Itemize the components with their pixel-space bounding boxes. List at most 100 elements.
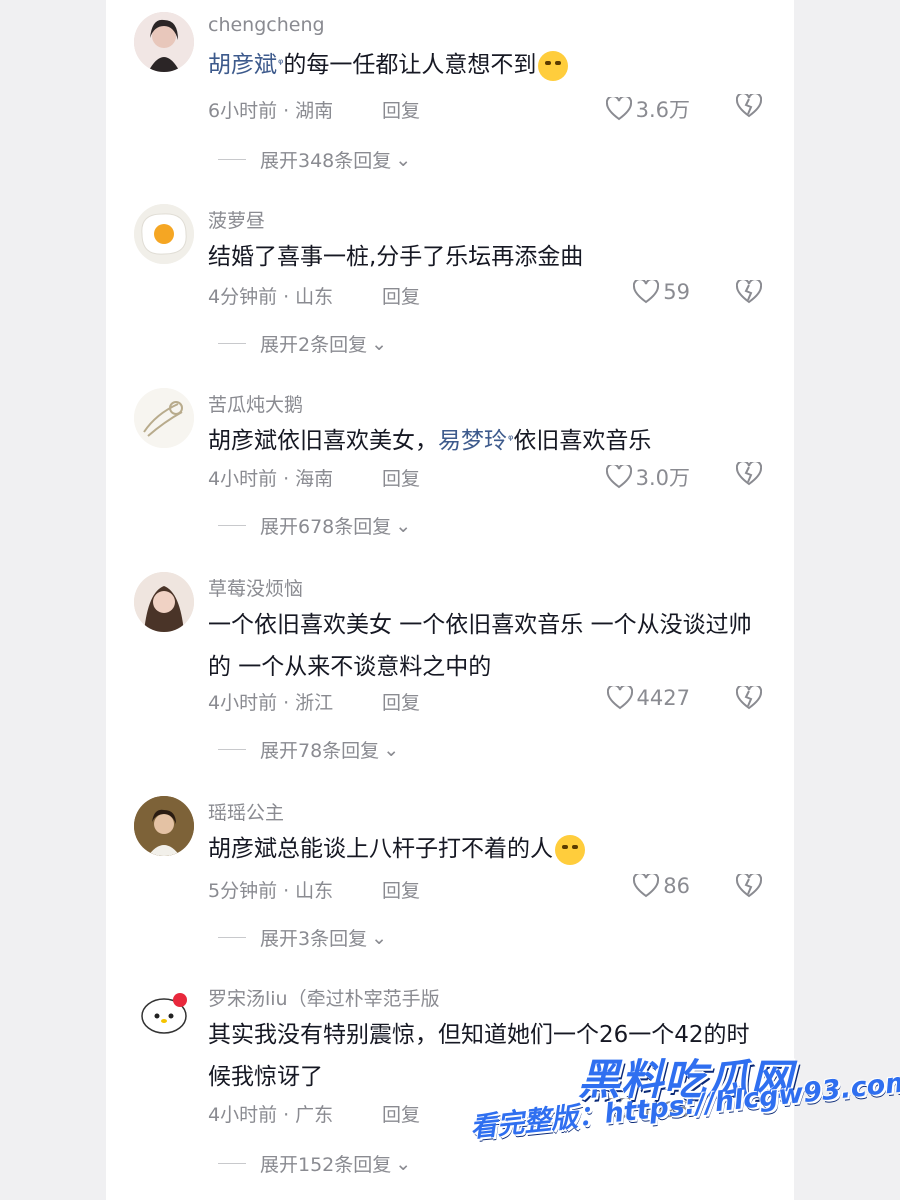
avatar[interactable] bbox=[134, 388, 194, 448]
comment-location: 广东 bbox=[295, 1104, 334, 1126]
broken-heart-icon bbox=[735, 278, 763, 304]
meta-separator: · bbox=[283, 100, 290, 122]
expand-replies[interactable]: 展开678条回复 ⌄ bbox=[218, 512, 411, 539]
comment-location: 山东 bbox=[295, 286, 334, 308]
broken-heart-icon bbox=[735, 872, 763, 898]
dislike-button[interactable] bbox=[735, 872, 763, 902]
like-button[interactable]: 3.0万 bbox=[605, 462, 690, 492]
comment-text-pre: 胡彦斌总能谈上八杆子打不着的人 bbox=[208, 836, 553, 862]
like-count: 4427 bbox=[636, 686, 690, 710]
comment-meta: 4小时前 · 海南 回复 bbox=[208, 464, 420, 491]
crying-emoji-icon bbox=[555, 834, 585, 865]
avatar[interactable] bbox=[134, 12, 194, 72]
avatar[interactable] bbox=[134, 204, 194, 264]
comment-time: 4小时前 bbox=[208, 1104, 278, 1126]
mention-link[interactable]: 胡彦斌 bbox=[208, 52, 277, 78]
username[interactable]: 菠萝昼 bbox=[208, 206, 265, 233]
divider-line bbox=[218, 525, 246, 526]
chevron-down-icon: ⌄ bbox=[371, 926, 388, 949]
expand-replies[interactable]: 展开2条回复 ⌄ bbox=[218, 330, 387, 357]
expand-replies-label: 展开678条回复 bbox=[260, 516, 392, 538]
comment-text: 一个依旧喜欢美女 一个依旧喜欢音乐 一个从没谈过帅的 一个从来不谈意料之中的 bbox=[208, 612, 752, 680]
comment-panel: chengcheng 胡彦斌ᵠ的每一任都让人意想不到 6小时前 · 湖南 回复 3.… bbox=[106, 0, 794, 1200]
meta-separator: · bbox=[283, 468, 290, 490]
comment-time: 4小时前 bbox=[208, 692, 278, 714]
avatar[interactable] bbox=[134, 982, 194, 1042]
like-count: 3.6万 bbox=[635, 98, 690, 122]
comment-location: 浙江 bbox=[295, 692, 334, 714]
expand-replies[interactable]: 展开78条回复 ⌄ bbox=[218, 736, 399, 763]
reply-button[interactable]: 回复 bbox=[382, 1100, 420, 1127]
comment-time: 6小时前 bbox=[208, 100, 278, 122]
meta-separator: · bbox=[283, 692, 290, 714]
comment-meta: 5分钟前 · 山东 回复 bbox=[208, 876, 420, 903]
expand-replies[interactable]: 展开3条回复 ⌄ bbox=[218, 924, 387, 951]
reply-button[interactable]: 回复 bbox=[382, 96, 420, 123]
username[interactable]: 罗宋汤liu（牵过朴宰范手版 bbox=[208, 984, 440, 1011]
mention-link[interactable]: 易梦玲 bbox=[438, 428, 507, 454]
divider-line bbox=[218, 937, 246, 938]
heart-icon bbox=[605, 465, 632, 489]
divider-line bbox=[218, 159, 246, 160]
expand-replies[interactable]: 展开348条回复 ⌄ bbox=[218, 146, 411, 173]
comment-meta: 6小时前 · 湖南 回复 bbox=[208, 96, 420, 123]
reply-button[interactable]: 回复 bbox=[382, 282, 420, 309]
comment-location: 湖南 bbox=[295, 100, 334, 122]
reply-button[interactable]: 回复 bbox=[382, 876, 420, 903]
comment-text: 胡彦斌依旧喜欢美女，易梦玲ᵠ依旧喜欢音乐 bbox=[208, 420, 768, 462]
divider-line bbox=[218, 343, 246, 344]
comment-text: 胡彦斌总能谈上八杆子打不着的人 bbox=[208, 828, 768, 870]
comment-text-post: 的每一任都让人意想不到 bbox=[283, 52, 537, 78]
chevron-down-icon: ⌄ bbox=[395, 148, 412, 171]
comment-time: 4分钟前 bbox=[208, 286, 278, 308]
heart-icon bbox=[633, 874, 660, 898]
broken-heart-icon bbox=[735, 460, 763, 486]
like-count: 86 bbox=[663, 874, 690, 898]
expand-replies-label: 展开152条回复 bbox=[260, 1154, 392, 1176]
chevron-down-icon: ⌄ bbox=[395, 514, 412, 537]
avatar[interactable] bbox=[134, 796, 194, 856]
divider-line bbox=[218, 749, 246, 750]
like-button[interactable]: 86 bbox=[633, 874, 690, 898]
dislike-button[interactable] bbox=[735, 278, 763, 308]
divider-line bbox=[218, 1163, 246, 1164]
heart-icon bbox=[605, 97, 632, 121]
username[interactable]: 苦瓜炖大鹅 bbox=[208, 390, 303, 417]
like-button[interactable]: 59 bbox=[633, 280, 690, 304]
reply-button[interactable]: 回复 bbox=[382, 688, 420, 715]
expand-replies-label: 展开3条回复 bbox=[260, 928, 368, 950]
comment-meta: 4小时前 · 浙江 回复 bbox=[208, 688, 420, 715]
comment-location: 海南 bbox=[295, 468, 334, 490]
username[interactable]: 草莓没烦恼 bbox=[208, 574, 303, 601]
dislike-button[interactable] bbox=[735, 92, 763, 122]
like-button[interactable]: 4427 bbox=[606, 686, 690, 710]
reply-button[interactable]: 回复 bbox=[382, 464, 420, 491]
comment-time: 5分钟前 bbox=[208, 880, 278, 902]
avatar[interactable] bbox=[134, 572, 194, 632]
username[interactable]: 瑶瑶公主 bbox=[208, 798, 284, 825]
chevron-down-icon: ⌄ bbox=[395, 1152, 412, 1175]
meta-separator: · bbox=[283, 880, 290, 902]
dislike-button[interactable] bbox=[735, 460, 763, 490]
heart-icon bbox=[606, 686, 633, 710]
expand-replies[interactable]: 展开152条回复 ⌄ bbox=[218, 1150, 411, 1177]
comment-text: 胡彦斌ᵠ的每一任都让人意想不到 bbox=[208, 44, 768, 86]
meta-separator: · bbox=[283, 286, 290, 308]
like-button[interactable]: 3.6万 bbox=[605, 94, 690, 124]
meta-separator: · bbox=[283, 1104, 290, 1126]
broken-heart-icon bbox=[735, 92, 763, 118]
chevron-down-icon: ⌄ bbox=[371, 332, 388, 355]
expand-replies-label: 展开78条回复 bbox=[260, 740, 380, 762]
like-count: 59 bbox=[663, 280, 690, 304]
comment-location: 山东 bbox=[295, 880, 334, 902]
comment-text-post: 依旧喜欢音乐 bbox=[513, 428, 652, 454]
comment-text: 结婚了喜事一桩,分手了乐坛再添金曲 bbox=[208, 244, 584, 270]
chevron-down-icon: ⌄ bbox=[383, 738, 400, 761]
username[interactable]: chengcheng bbox=[208, 14, 325, 36]
comment-text-pre: 胡彦斌依旧喜欢美女， bbox=[208, 428, 438, 454]
broken-heart-icon bbox=[735, 684, 763, 710]
dislike-button[interactable] bbox=[735, 684, 763, 714]
like-count: 3.0万 bbox=[635, 466, 690, 490]
comment-meta: 4分钟前 · 山东 回复 bbox=[208, 282, 420, 309]
laughing-emoji-icon bbox=[538, 50, 569, 81]
